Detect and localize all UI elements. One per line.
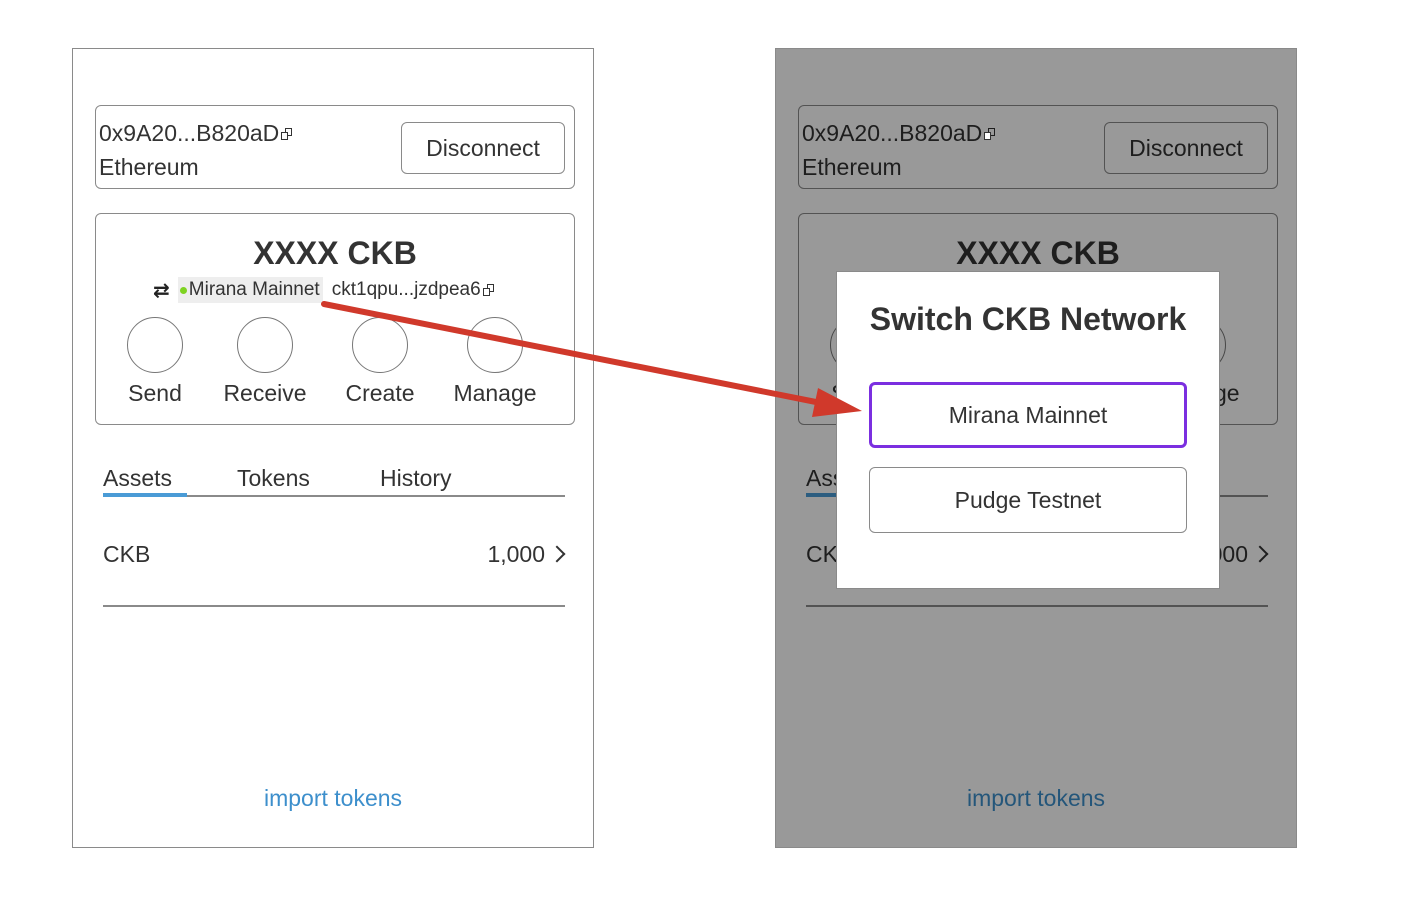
asset-amount: 1,000: [487, 541, 545, 567]
create-icon: [352, 317, 408, 373]
modal-title: Switch CKB Network: [869, 301, 1187, 337]
chevron-right-icon: [548, 545, 566, 563]
list-divider: [103, 605, 565, 607]
wallet-screen-before: 0x9A20...B820aD Ethereum Disconnect XXXX…: [72, 48, 594, 848]
tab-assets[interactable]: Assets: [103, 463, 172, 493]
copy-icon[interactable]: [482, 283, 495, 297]
action-label: Create: [345, 380, 415, 406]
network-option-pudge-testnet[interactable]: Pudge Testnet: [869, 467, 1187, 533]
create-button[interactable]: Create: [330, 317, 430, 417]
disconnect-button[interactable]: Disconnect: [401, 122, 565, 174]
action-label: Manage: [453, 380, 537, 406]
import-tokens-link[interactable]: import tokens: [73, 785, 593, 812]
wallet-address: 0x9A20...B820aD: [99, 120, 280, 146]
network-selector[interactable]: Mirana Mainnet: [177, 277, 323, 303]
action-label: Receive: [223, 380, 307, 406]
switch-network-icon[interactable]: ⇄: [153, 278, 170, 303]
status-dot-icon: [179, 286, 187, 294]
tab-tokens[interactable]: Tokens: [237, 463, 310, 493]
network-row: ⇄ Mirana Mainnet ckt1qpu...jzdpea6: [153, 277, 495, 303]
wallet-address-row: 0x9A20...B820aD: [99, 119, 293, 147]
ckb-address: ckt1qpu...jzdpea6: [331, 279, 481, 300]
balance-amount: XXXX CKB: [253, 235, 417, 271]
asset-name: CKB: [103, 541, 151, 567]
chain-name: Ethereum: [99, 154, 199, 180]
network-option-mirana-mainnet[interactable]: Mirana Mainnet: [869, 382, 1187, 448]
manage-icon: [467, 317, 523, 373]
send-icon: [127, 317, 183, 373]
action-buttons: Send Receive Create Manage: [73, 317, 593, 417]
switch-network-modal: Switch CKB Network Mirana Mainnet Pudge …: [836, 271, 1220, 589]
send-button[interactable]: Send: [105, 317, 205, 417]
manage-button[interactable]: Manage: [445, 317, 545, 417]
asset-row-ckb[interactable]: CKB 1,000: [103, 537, 566, 571]
receive-icon: [237, 317, 293, 373]
wallet-screen-after: 0x9A20...B820aD Ethereum Disconnect XXXX…: [775, 48, 1297, 848]
active-tab-indicator: [103, 493, 187, 497]
network-name: Mirana Mainnet: [188, 279, 320, 300]
tab-history[interactable]: History: [380, 463, 452, 493]
copy-icon[interactable]: [281, 128, 293, 141]
receive-button[interactable]: Receive: [215, 317, 315, 417]
action-label: Send: [128, 380, 182, 406]
